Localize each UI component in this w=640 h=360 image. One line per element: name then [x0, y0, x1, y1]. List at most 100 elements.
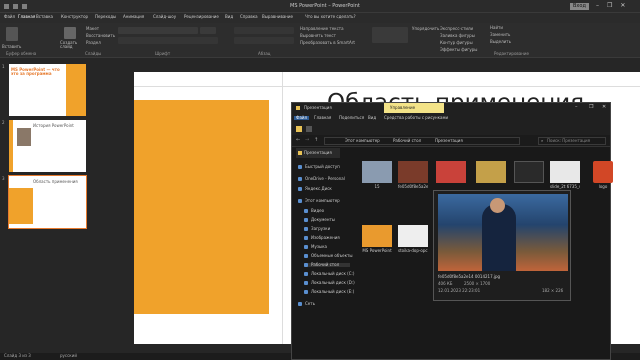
slide-thumbnail-1[interactable]: MS PowerPoint — что это за программа	[9, 64, 86, 116]
file-item[interactable]: slide_2t 6735_4	[550, 161, 580, 189]
nav-drive-e[interactable]: Локальный диск (E:)	[304, 290, 354, 294]
nav-desktop[interactable]: Рабочий стол	[304, 263, 350, 267]
download-icon	[304, 227, 308, 231]
file-item[interactable]: logo	[588, 161, 618, 189]
minimize-button[interactable]: –	[596, 3, 599, 9]
slide-thumbnail-2[interactable]: История PowerPoint	[9, 120, 86, 172]
convert-smartart-button[interactable]: Преобразовать в SmartArt	[300, 41, 355, 45]
breadcrumb-presentation[interactable]: Презентация	[435, 139, 463, 143]
nav-documents[interactable]: Документы	[304, 218, 335, 222]
tab-insert[interactable]: Вставка	[36, 15, 53, 19]
explorer-tab-picture-tools[interactable]: Средства работы с рисунками	[384, 116, 448, 120]
explorer-tab-home[interactable]: Главная	[314, 116, 331, 120]
sign-in-button[interactable]: Вход	[570, 3, 589, 10]
nav-music[interactable]: Музыка	[304, 245, 327, 249]
nav-drive-d[interactable]: Локальный диск (D:)	[304, 281, 355, 285]
section-button[interactable]: Раздел	[86, 41, 101, 45]
layout-button[interactable]: Макет	[86, 27, 99, 31]
tab-align[interactable]: Выравнивание	[262, 15, 293, 19]
explorer-tab-view[interactable]: Вид	[368, 116, 376, 120]
tab-view[interactable]: Вид	[225, 15, 233, 19]
explorer-folder-tab[interactable]: Презентация	[296, 148, 340, 158]
text-direction-button[interactable]: Направление текста	[300, 27, 344, 31]
paste-icon[interactable]	[6, 27, 18, 41]
explorer-address-row: ← → ↑ Этот компьютер Рабочий стол Презен…	[292, 135, 610, 147]
nav-3d-objects[interactable]: Объемные объекты	[304, 254, 353, 258]
alignment-controls[interactable]	[234, 37, 294, 44]
tab-design[interactable]: Конструктор	[61, 15, 88, 19]
file-item[interactable]	[476, 161, 506, 183]
explorer-close-button[interactable]: ✕	[602, 105, 606, 110]
replace-button[interactable]: Заменить	[490, 33, 510, 37]
slide-thumbnail-3[interactable]: Область применения	[8, 175, 87, 229]
nav-videos[interactable]: Видео	[304, 209, 324, 213]
tab-animations[interactable]: Анимация	[123, 15, 144, 19]
desktop-icon	[304, 263, 308, 267]
select-button[interactable]: Выделить	[490, 40, 511, 44]
tab-transitions[interactable]: Переходы	[95, 15, 116, 19]
paste-button[interactable]: Вставить	[2, 45, 21, 49]
nav-drive-c[interactable]: Локальный диск (C:)	[304, 272, 354, 276]
ribbon: Вставить Создать слайд Макет Восстановит…	[0, 23, 640, 58]
maximize-button[interactable]: ❐	[607, 3, 612, 9]
list-controls[interactable]	[234, 27, 294, 34]
slide-counter: Слайд 3 из 3	[4, 353, 31, 358]
find-button[interactable]: Найти	[490, 26, 503, 30]
nav-yandex-disk[interactable]: Яндекс.Диск	[298, 187, 332, 191]
address-bar[interactable]: Этот компьютер Рабочий стол Презентация	[324, 137, 520, 145]
quick-styles-button[interactable]: Экспресс-стили	[440, 27, 473, 31]
arrange-button[interactable]: Упорядочить	[412, 27, 439, 31]
breadcrumb-desktop[interactable]: Рабочий стол	[393, 139, 421, 143]
nav-quick-access[interactable]: Быстрый доступ	[298, 165, 340, 169]
font-name-box[interactable]	[118, 27, 198, 34]
tab-slideshow[interactable]: Слайд-шоу	[153, 15, 176, 19]
file-item[interactable]: MS PowerPoint	[362, 225, 392, 253]
back-arrow-icon[interactable]: ←	[296, 138, 300, 143]
orange-rectangle-shape[interactable]	[134, 100, 269, 314]
explorer-tab-share[interactable]: Поделиться	[339, 116, 364, 120]
tab-home[interactable]: Главная	[18, 15, 35, 19]
nav-downloads[interactable]: Загрузки	[304, 227, 330, 231]
file-item[interactable]	[514, 161, 544, 183]
tell-me-box[interactable]: Что вы хотите сделать?	[305, 15, 356, 19]
tab-review[interactable]: Рецензирование	[184, 15, 219, 19]
reset-button[interactable]: Восстановить	[86, 34, 115, 38]
title-bar: MS PowerPoint – PowerPoint Вход – ❐ ✕	[0, 0, 640, 13]
up-arrow-icon[interactable]: ↑	[314, 138, 318, 143]
file-item[interactable]: 15	[362, 161, 392, 189]
explorer-maximize-button[interactable]: ❐	[589, 105, 593, 110]
font-size-box[interactable]	[200, 27, 216, 34]
shape-fill-button[interactable]: Заливка фигуры	[440, 34, 475, 38]
group-editing: Редактирование	[494, 51, 529, 56]
disk-icon	[298, 187, 302, 191]
undo-icon[interactable]	[13, 4, 18, 9]
shape-outline-button[interactable]: Контур фигуры	[440, 41, 473, 45]
font-format-row[interactable]	[118, 37, 218, 44]
language-indicator[interactable]: русский	[60, 354, 77, 358]
save-icon[interactable]	[4, 4, 9, 9]
tab-help[interactable]: Справка	[240, 15, 258, 19]
nav-onedrive[interactable]: OneDrive - Personal	[298, 177, 345, 181]
explorer-minimize-button[interactable]: –	[575, 105, 578, 110]
search-box[interactable]: ⌕ Поиск: Презентация	[538, 137, 606, 145]
explorer-tab-file[interactable]: Файл	[294, 116, 310, 120]
tab-file[interactable]: Файл	[4, 15, 15, 19]
align-text-button[interactable]: Выровнять текст	[300, 34, 336, 38]
nav-network[interactable]: Сеть	[298, 302, 315, 306]
shapes-gallery[interactable]	[372, 27, 408, 43]
file-item[interactable]	[436, 161, 466, 183]
breadcrumb-this-pc[interactable]: Этот компьютер	[345, 139, 380, 143]
forward-arrow-icon[interactable]: →	[305, 138, 309, 143]
explorer-title: Презентация	[304, 105, 332, 110]
nav-this-pc[interactable]: Этот компьютер	[298, 199, 340, 203]
redo-icon[interactable]	[22, 4, 27, 9]
shape-effects-button[interactable]: Эффекты фигуры	[440, 48, 477, 52]
new-slide-button[interactable]: Создать слайд	[60, 41, 84, 49]
close-button[interactable]: ✕	[620, 3, 625, 9]
expand-ribbon-icon[interactable]	[306, 126, 312, 132]
file-item[interactable]: fe05d0f8e5a2e14 0014217	[398, 161, 428, 189]
context-tab-manage[interactable]: Управление	[384, 103, 444, 113]
nav-pictures[interactable]: Изображения	[304, 236, 340, 240]
new-slide-icon[interactable]	[64, 27, 76, 39]
file-item[interactable]: stoika-dop-opcii	[398, 225, 428, 253]
